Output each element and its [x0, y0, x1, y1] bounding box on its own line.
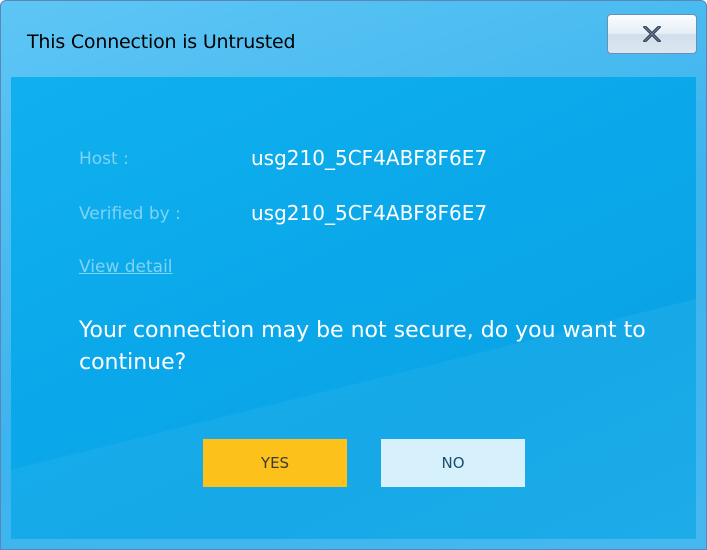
host-label: Host :: [79, 149, 129, 169]
warning-message: Your connection may be not secure, do yo…: [79, 318, 646, 375]
dialog-content: Host : usg210_5CF4ABF8F6E7 Verified by :…: [11, 77, 696, 539]
close-x-icon: [643, 26, 661, 42]
verified-by-value: usg210_5CF4ABF8F6E7: [251, 201, 488, 225]
no-button[interactable]: NO: [381, 439, 525, 487]
close-button[interactable]: [607, 14, 697, 54]
title-bar[interactable]: This Connection is Untrusted: [1, 1, 706, 75]
host-value: usg210_5CF4ABF8F6E7: [251, 146, 488, 170]
view-detail-link[interactable]: View detail: [79, 257, 173, 277]
untrusted-connection-dialog: This Connection is Untrusted Host : usg2…: [0, 0, 707, 550]
verified-by-label: Verified by :: [79, 204, 181, 224]
yes-button[interactable]: YES: [203, 439, 347, 487]
window-title: This Connection is Untrusted: [27, 31, 296, 53]
